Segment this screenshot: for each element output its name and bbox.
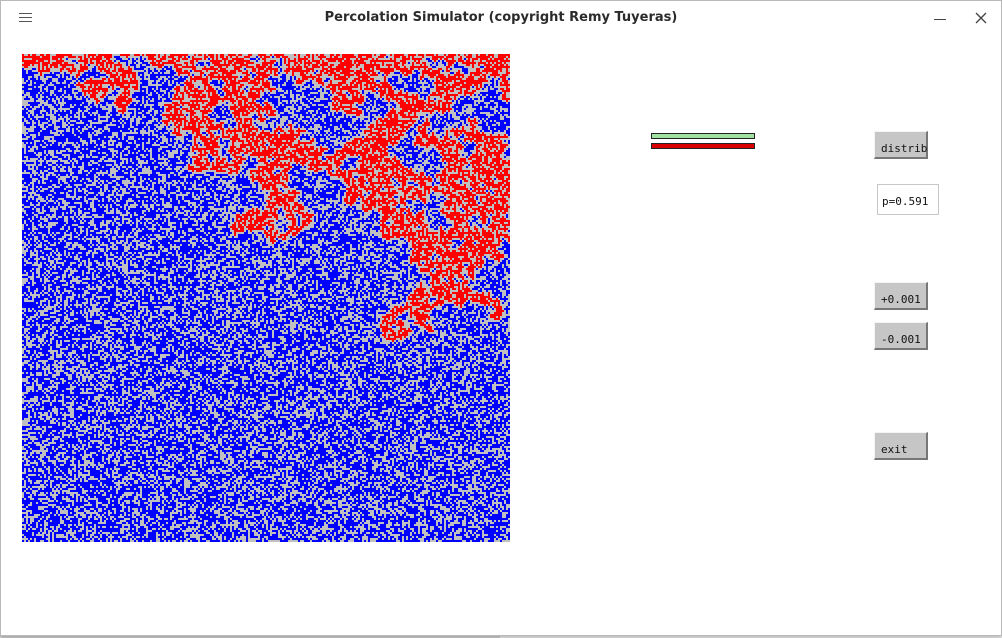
percolation-grid: [22, 54, 510, 542]
probability-field[interactable]: p=0.591: [877, 184, 939, 215]
window-title: Percolation Simulator (copyright Remy Tu…: [324, 10, 678, 25]
green-indicator-bar: [651, 133, 755, 139]
distrib-button[interactable]: distrib: [874, 131, 928, 159]
status-bars: [651, 133, 755, 151]
close-icon[interactable]: [973, 10, 989, 26]
simulator-window: Percolation Simulator (copyright Remy Tu…: [0, 0, 1002, 636]
title-bar: Percolation Simulator (copyright Remy Tu…: [1, 1, 1001, 35]
increase-p-button[interactable]: +0.001: [874, 282, 928, 310]
decrease-p-button[interactable]: -0.001: [874, 322, 928, 350]
minimize-icon[interactable]: [932, 10, 948, 26]
red-indicator-bar: [651, 143, 755, 149]
exit-button[interactable]: exit: [874, 432, 928, 460]
